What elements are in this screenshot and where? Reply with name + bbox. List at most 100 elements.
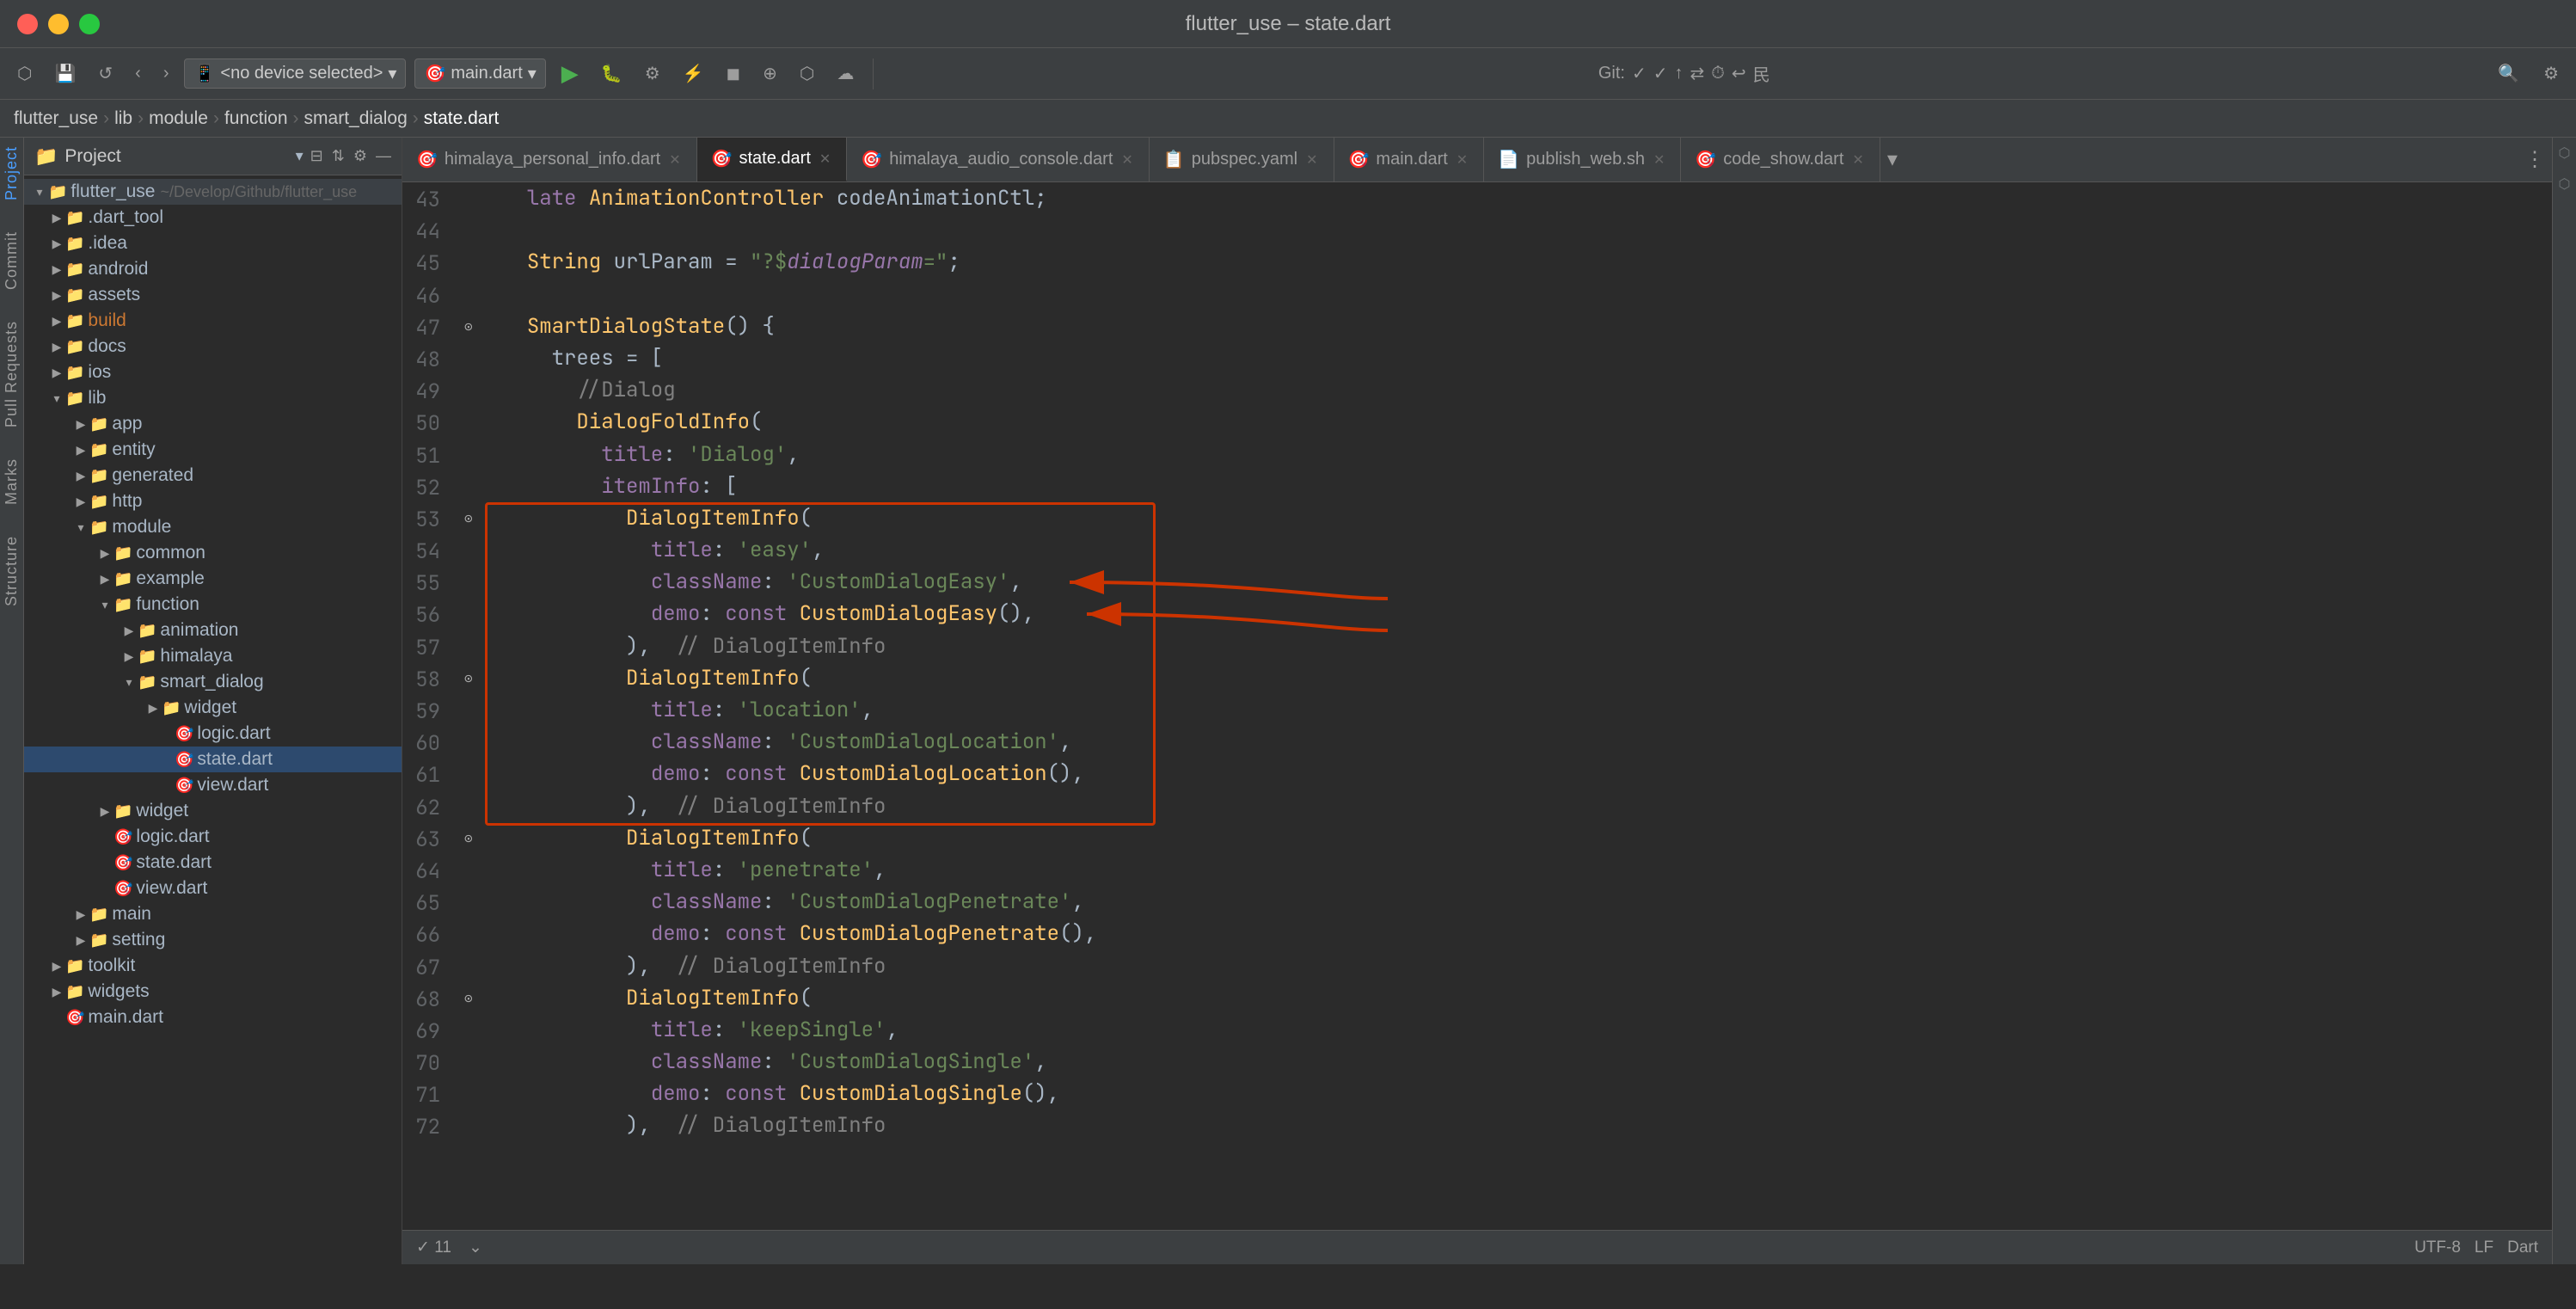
editor-content[interactable]: 43 44 45 46 47 48 49 50 51 52 53 54 55 5…	[402, 182, 2552, 1230]
right-icon-1[interactable]: ⬡	[2559, 144, 2571, 162]
breadcrumb-root[interactable]: flutter_use	[14, 108, 98, 129]
panel-close-icon[interactable]: —	[376, 147, 391, 165]
search-button[interactable]: 🔍	[2491, 59, 2526, 88]
tree-ios[interactable]: ▶ 📁 ios	[24, 360, 402, 385]
right-icon-2[interactable]: ⬡	[2559, 175, 2571, 193]
tree-build[interactable]: ▶ 📁 build	[24, 308, 402, 334]
hot-reload-button[interactable]: ⚡	[676, 59, 711, 88]
tree-app[interactable]: ▶ 📁 app	[24, 411, 402, 437]
debug-button[interactable]: 🐛	[594, 59, 629, 88]
tree-main-dart[interactable]: ▶ 🎯 main.dart	[24, 1005, 402, 1030]
toolkit-arrow: ▶	[48, 959, 65, 974]
minimize-button[interactable]	[48, 14, 69, 34]
tree-state-sd[interactable]: ▶ 🎯 state.dart	[24, 747, 402, 772]
sidebar-item-project[interactable]: Project	[3, 146, 21, 200]
save-button[interactable]: 💾	[47, 59, 83, 88]
tree-example[interactable]: ▶ 📁 example	[24, 566, 402, 592]
stop-button[interactable]: ◼	[720, 59, 748, 88]
tab-main[interactable]: 🎯 main.dart ✕	[1334, 138, 1485, 181]
breadcrumb-lib[interactable]: lib	[114, 108, 132, 129]
tree-himalaya[interactable]: ▶ 📁 himalaya	[24, 643, 402, 669]
tree-logic-sd[interactable]: ▶ 🎯 logic.dart	[24, 721, 402, 747]
tree-android[interactable]: ▶ 📁 android	[24, 256, 402, 282]
file-tree[interactable]: ▾ 📁 flutter_use ~/Develop/Github/flutter…	[24, 175, 402, 1264]
tree-lib[interactable]: ▾ 📁 lib	[24, 385, 402, 411]
status-line-ending[interactable]: LF	[2475, 1238, 2493, 1257]
tree-function[interactable]: ▾ 📁 function	[24, 592, 402, 618]
tree-common[interactable]: ▶ 📁 common	[24, 540, 402, 566]
maximize-button[interactable]	[79, 14, 100, 34]
tab-close-5[interactable]: ✕	[1652, 151, 1666, 169]
tree-dart-tool[interactable]: ▶ 📁 .dart_tool	[24, 205, 402, 230]
sort-icon[interactable]: ⇅	[332, 147, 345, 165]
tree-docs[interactable]: ▶ 📁 docs	[24, 334, 402, 360]
android-arrow: ▶	[48, 262, 65, 277]
tree-generated[interactable]: ▶ 📁 generated	[24, 463, 402, 489]
tree-widget-inner[interactable]: ▶ 📁 widget	[24, 695, 402, 721]
coverage-button[interactable]: ⬡	[793, 59, 821, 88]
breadcrumb-module[interactable]: module	[149, 108, 208, 129]
tree-widgets[interactable]: ▶ 📁 widgets	[24, 979, 402, 1005]
profile-button[interactable]: ⊕	[756, 59, 784, 88]
file-tree-panel: 📁 Project ▾ ⊟ ⇅ ⚙ — ▾ 📁 flutter_use ~/De…	[24, 138, 402, 1264]
refresh-button[interactable]: ↺	[91, 59, 120, 88]
tree-smart-dialog[interactable]: ▾ 📁 smart_dialog	[24, 669, 402, 695]
common-icon: 📁	[113, 544, 132, 562]
back-nav-button[interactable]: ‹	[128, 60, 148, 87]
breadcrumb-state[interactable]: state.dart	[424, 108, 500, 129]
himalaya-icon: 📁	[138, 648, 156, 666]
sidebar-item-commit[interactable]: Commit	[3, 231, 21, 290]
tree-main-folder[interactable]: ▶ 📁 main	[24, 901, 402, 927]
tree-view-sd[interactable]: ▶ 🎯 view.dart	[24, 772, 402, 798]
status-expand-icon[interactable]: ⌄	[469, 1238, 482, 1257]
tab-close-6[interactable]: ✕	[1850, 151, 1865, 169]
build-button[interactable]: ⚙	[638, 59, 667, 88]
tab-close-4[interactable]: ✕	[1455, 151, 1469, 169]
commit-button[interactable]: ☁	[830, 59, 861, 88]
tree-logic-mod[interactable]: ▶ 🎯 logic.dart	[24, 824, 402, 850]
tree-root[interactable]: ▾ 📁 flutter_use ~/Develop/Github/flutter…	[24, 179, 402, 205]
tab-himalaya-personal[interactable]: 🎯 himalaya_personal_info.dart ✕	[402, 138, 697, 181]
tree-assets[interactable]: ▶ 📁 assets	[24, 282, 402, 308]
status-indent[interactable]: Dart	[2507, 1238, 2538, 1257]
sidebar-item-marks[interactable]: Marks	[3, 458, 21, 505]
status-encoding[interactable]: UTF-8	[2414, 1238, 2461, 1257]
file-selector[interactable]: 🎯 main.dart ▾	[414, 58, 545, 89]
close-button[interactable]	[17, 14, 38, 34]
tab-state[interactable]: 🎯 state.dart ✕	[697, 138, 848, 181]
tab-code-show[interactable]: 🎯 code_show.dart ✕	[1681, 138, 1880, 181]
dart-tool-arrow: ▶	[48, 211, 65, 225]
sidebar-item-structure[interactable]: Structure	[3, 536, 21, 606]
example-name: example	[136, 568, 204, 589]
sidebar-item-pullrequests[interactable]: Pull Requests	[3, 321, 21, 427]
tree-setting[interactable]: ▶ 📁 setting	[24, 927, 402, 953]
smart-dialog-icon: 📁	[138, 673, 156, 691]
tree-entity[interactable]: ▶ 📁 entity	[24, 437, 402, 463]
tree-widget-mod[interactable]: ▶ 📁 widget	[24, 798, 402, 824]
tab-close-0[interactable]: ✕	[667, 151, 682, 169]
breadcrumb-function[interactable]: function	[224, 108, 288, 129]
tab-close-3[interactable]: ✕	[1304, 151, 1319, 169]
device-selector[interactable]: 📱 <no device selected> ▾	[184, 58, 406, 89]
tree-idea[interactable]: ▶ 📁 .idea	[24, 230, 402, 256]
forward-nav-button[interactable]: ›	[156, 60, 176, 87]
run-button[interactable]: ▶	[555, 57, 586, 90]
collapse-all-icon[interactable]: ⊟	[310, 147, 323, 165]
tree-module[interactable]: ▾ 📁 module	[24, 514, 402, 540]
tab-overflow[interactable]: ▾	[1880, 138, 1904, 181]
tree-animation[interactable]: ▶ 📁 animation	[24, 618, 402, 643]
settings-button[interactable]: ⚙	[2536, 59, 2566, 88]
tree-view-mod[interactable]: ▶ 🎯 view.dart	[24, 876, 402, 901]
tree-http[interactable]: ▶ 📁 http	[24, 489, 402, 514]
tab-extra-actions[interactable]: ⋮	[2518, 138, 2552, 181]
back-button[interactable]: ⬡	[10, 59, 39, 88]
tab-close-1[interactable]: ✕	[818, 151, 832, 168]
tab-close-2[interactable]: ✕	[1119, 151, 1134, 169]
tree-toolkit[interactable]: ▶ 📁 toolkit	[24, 953, 402, 979]
tree-state-mod[interactable]: ▶ 🎯 state.dart	[24, 850, 402, 876]
tab-pubspec[interactable]: 📋 pubspec.yaml ✕	[1150, 138, 1334, 181]
panel-settings-icon[interactable]: ⚙	[353, 147, 367, 165]
tab-publish[interactable]: 📄 publish_web.sh ✕	[1484, 138, 1681, 181]
tab-himalaya-audio[interactable]: 🎯 himalaya_audio_console.dart ✕	[847, 138, 1150, 181]
breadcrumb-smart-dialog[interactable]: smart_dialog	[304, 108, 408, 129]
